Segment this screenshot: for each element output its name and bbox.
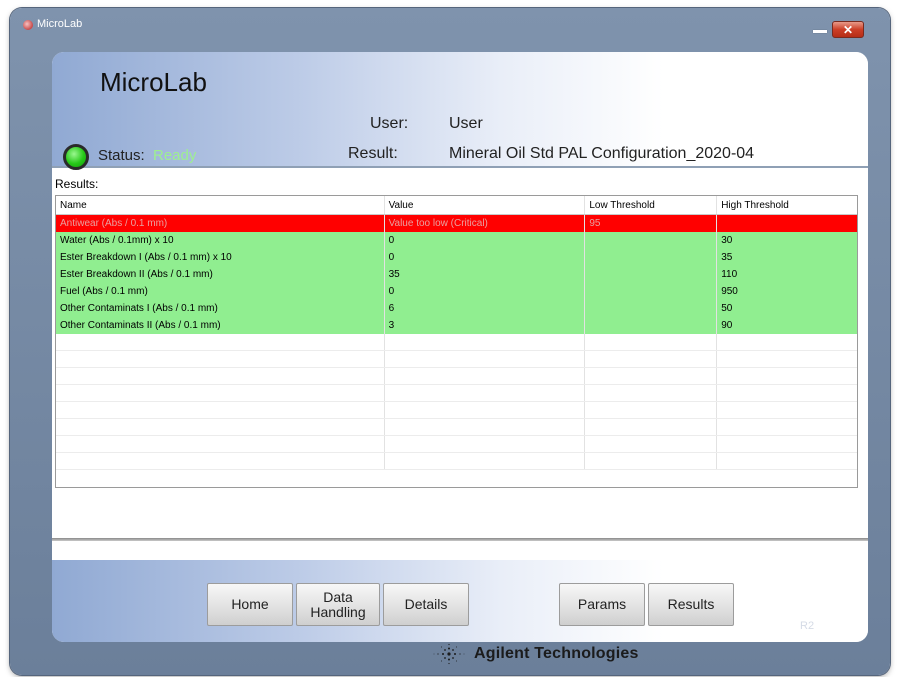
cell-name: Fuel (Abs / 0.1 mm)	[56, 283, 385, 300]
separator	[52, 538, 868, 541]
table-row[interactable]: Fuel (Abs / 0.1 mm) 0 950	[56, 283, 857, 300]
cell-value: Value too low (Critical)	[385, 215, 586, 232]
empty-row	[56, 419, 857, 436]
cell-low-threshold	[585, 300, 718, 317]
close-icon[interactable]: ✕	[832, 21, 864, 38]
cell-name: Antiwear (Abs / 0.1 mm)	[56, 215, 385, 232]
data-handling-label-line2: Handling	[310, 603, 366, 620]
cell-name: Water (Abs / 0.1mm) x 10	[56, 232, 385, 249]
params-button[interactable]: Params	[559, 583, 645, 626]
empty-row	[56, 453, 857, 470]
result-value: Mineral Oil Std PAL Configuration_2020-0…	[449, 145, 755, 162]
application-window: MicroLab ✕ MicroLab User: User Status: R…	[10, 8, 890, 675]
status-led-icon	[63, 144, 89, 170]
empty-row	[56, 385, 857, 402]
cell-name: Ester Breakdown I (Abs / 0.1 mm) x 10	[56, 249, 385, 266]
results-grid[interactable]: Name Value Low Threshold High Threshold …	[55, 195, 858, 488]
home-button[interactable]: Home	[207, 583, 293, 626]
status-value: Ready	[153, 147, 197, 164]
window-title: MicroLab	[37, 18, 83, 30]
cell-low-threshold	[585, 317, 718, 334]
cell-high-threshold: 90	[721, 320, 733, 331]
cell-value: 0	[385, 283, 586, 300]
result-label: Result:	[348, 145, 398, 162]
cell-low-threshold: 95	[585, 215, 718, 232]
user-value: User	[449, 115, 483, 132]
cell-high-threshold: 110	[721, 269, 738, 280]
cell-high-threshold: 950	[721, 286, 738, 297]
title-bar[interactable]: MicroLab ✕	[10, 8, 890, 48]
results-heading: Results:	[55, 177, 99, 191]
table-row[interactable]: Antiwear (Abs / 0.1 mm) Value too low (C…	[56, 215, 857, 232]
cell-value: 6	[385, 300, 586, 317]
table-row[interactable]: Other Contaminats II (Abs / 0.1 mm) 3 90	[56, 317, 857, 334]
cell-value: 3	[385, 317, 586, 334]
grid-header: Name Value Low Threshold High Threshold	[56, 196, 857, 215]
user-label: User:	[370, 115, 409, 132]
main-panel: MicroLab User: User Status: Ready Result…	[52, 52, 868, 642]
column-header-high-threshold[interactable]: High Threshold	[717, 196, 857, 214]
column-header-low-threshold[interactable]: Low Threshold	[585, 196, 718, 214]
empty-row	[56, 436, 857, 453]
table-row[interactable]: Other Contaminats I (Abs / 0.1 mm) 6 50	[56, 300, 857, 317]
empty-row	[56, 402, 857, 419]
cell-high-threshold: 50	[721, 303, 733, 314]
data-handling-label-line1: Data	[323, 588, 353, 605]
cell-low-threshold	[585, 249, 718, 266]
app-icon	[23, 20, 33, 30]
cell-value: 0	[385, 249, 586, 266]
table-row[interactable]: Ester Breakdown I (Abs / 0.1 mm) x 10 0 …	[56, 249, 857, 266]
version-tag: R2	[800, 620, 815, 632]
results-button[interactable]: Results	[648, 583, 734, 626]
cell-name: Other Contaminats I (Abs / 0.1 mm)	[56, 300, 385, 317]
cell-name: Ester Breakdown II (Abs / 0.1 mm)	[56, 266, 385, 283]
cell-low-threshold	[585, 283, 718, 300]
table-row[interactable]: Water (Abs / 0.1mm) x 10 0 30	[56, 232, 857, 249]
cell-high-threshold: 30	[721, 235, 733, 246]
agilent-spark-logo-icon	[433, 643, 465, 665]
navigation-bar: Home Data Handling Details Params Result…	[52, 560, 868, 642]
empty-row	[56, 351, 857, 368]
brand-name: Agilent Technologies	[474, 645, 639, 662]
table-row[interactable]: Ester Breakdown II (Abs / 0.1 mm) 35 110	[56, 266, 857, 283]
column-header-name[interactable]: Name	[56, 196, 385, 214]
details-button[interactable]: Details	[383, 583, 469, 626]
cell-value: 0	[385, 232, 586, 249]
cell-high-threshold: 35	[721, 252, 733, 263]
data-handling-button[interactable]: Data Handling	[296, 583, 380, 626]
column-header-value[interactable]: Value	[385, 196, 586, 214]
status-label: Status:	[98, 147, 145, 164]
brand-footer: Agilent Technologies	[432, 642, 639, 666]
minimize-icon[interactable]	[813, 30, 827, 33]
empty-row	[56, 368, 857, 385]
cell-high-threshold	[717, 215, 857, 232]
cell-name: Other Contaminats II (Abs / 0.1 mm)	[56, 317, 385, 334]
cell-value: 35	[385, 266, 586, 283]
header-panel: MicroLab User: User Status: Ready Result…	[52, 52, 868, 170]
app-title: MicroLab	[100, 67, 207, 97]
cell-low-threshold	[585, 232, 718, 249]
cell-low-threshold	[585, 266, 718, 283]
empty-row	[56, 334, 857, 351]
